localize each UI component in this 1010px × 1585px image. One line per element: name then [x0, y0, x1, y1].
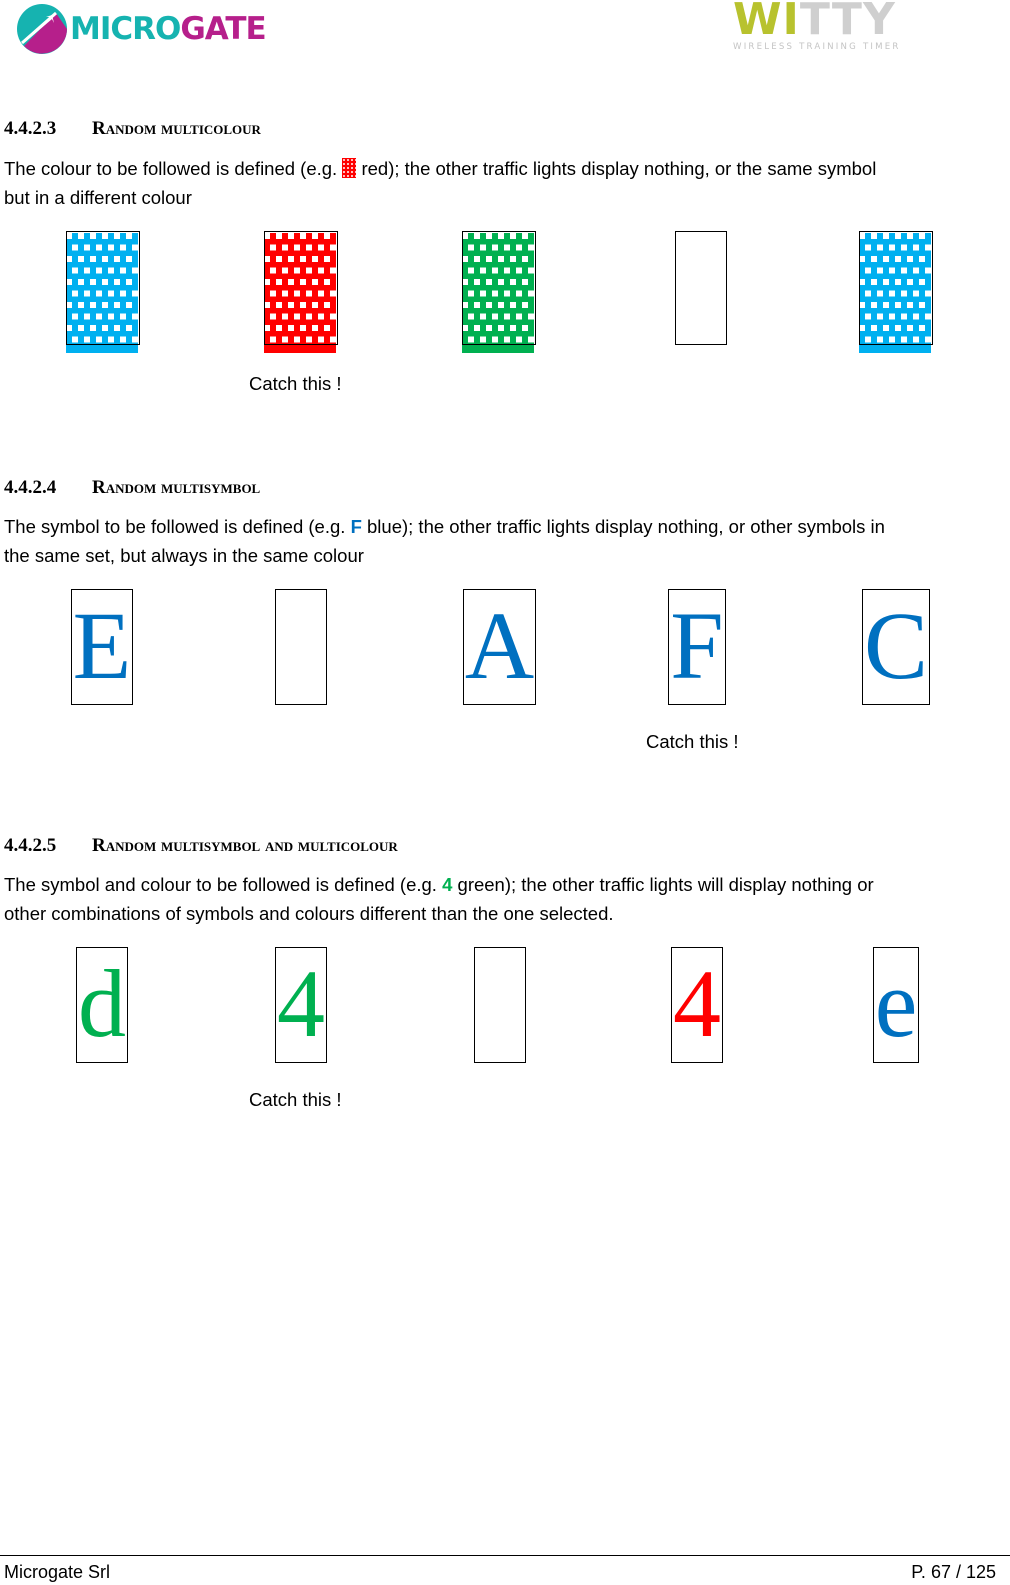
- catch-this-label: Catch this !: [249, 1089, 342, 1110]
- footer-divider: [0, 1555, 1010, 1556]
- traffic-light-symbol: E: [71, 589, 133, 705]
- light-symbol: e: [874, 950, 918, 1057]
- traffic-light-frame: [264, 231, 338, 345]
- traffic-light-dot-matrix: [66, 231, 150, 360]
- section-title: Random multisymbol and multicolour: [92, 835, 398, 856]
- traffic-light-symbol: F: [668, 589, 726, 705]
- section-title: Random multisymbol: [92, 477, 261, 498]
- traffic-light-blank: [675, 231, 727, 345]
- section-number: 4.4.2.5: [4, 835, 57, 856]
- light-symbol: 4: [673, 950, 721, 1057]
- microgate-logo: MICROGATE: [16, 3, 267, 55]
- traffic-light-frame: [66, 231, 140, 345]
- traffic-light-symbol: d: [76, 947, 128, 1063]
- traffic-light-dot-matrix: [462, 231, 546, 360]
- traffic-light-blank: [275, 589, 327, 705]
- witty-logo: WITTY WIRELESS TRAINING TIMER: [733, 0, 1008, 60]
- section-title: Random multicolour: [92, 118, 261, 139]
- traffic-light-symbol: A: [463, 589, 536, 705]
- traffic-light-symbol: C: [862, 589, 930, 705]
- traffic-light-symbol: 4: [275, 947, 327, 1063]
- light-symbol: E: [72, 592, 132, 699]
- section-heading-random-multicolour: 4.4.2.3 Random multicolour: [4, 118, 261, 140]
- red-dot-matrix-swatch-icon: [342, 158, 357, 178]
- traffic-light-frame: [462, 231, 536, 345]
- traffic-light-dot-matrix: [859, 231, 943, 360]
- light-symbol: C: [863, 592, 929, 699]
- witty-wordmark: WITTY: [733, 0, 896, 45]
- footer-company: Microgate Srl: [4, 1562, 111, 1582]
- traffic-light-symbol: 4: [671, 947, 723, 1063]
- section-heading-random-multisymbol-multicolour: 4.4.2.5 Random multisymbol and multicolou…: [4, 835, 398, 857]
- microgate-wordmark: MICROGATE: [70, 11, 267, 47]
- light-symbol: d: [78, 950, 126, 1057]
- traffic-light-blank: [474, 947, 526, 1063]
- traffic-light-dot-matrix: [264, 231, 348, 360]
- light-symbol: 4: [277, 950, 325, 1057]
- traffic-light-symbol: e: [873, 947, 919, 1063]
- section-description: The colour to be followed is defined (e.…: [4, 158, 877, 208]
- light-symbol: F: [670, 592, 724, 699]
- section-heading-random-multisymbol: 4.4.2.4 Random multisymbol: [4, 477, 260, 499]
- example-symbol: F: [350, 516, 362, 537]
- witty-tagline: WIRELESS TRAINING TIMER: [733, 42, 901, 52]
- light-symbol: A: [464, 592, 535, 699]
- section-number: 4.4.2.3: [4, 118, 57, 139]
- footer-page-number: P. 67 / 125: [911, 1562, 996, 1582]
- catch-this-label: Catch this !: [646, 731, 739, 752]
- catch-this-label: Catch this !: [249, 373, 342, 394]
- section-number: 4.4.2.4: [4, 477, 57, 498]
- example-symbol: 4: [442, 874, 453, 895]
- microgate-logo-mark-icon: [17, 4, 67, 54]
- section-description: The symbol to be followed is defined (e.…: [4, 516, 885, 566]
- traffic-light-frame: [859, 231, 933, 345]
- section-description: The symbol and colour to be followed is …: [4, 874, 874, 924]
